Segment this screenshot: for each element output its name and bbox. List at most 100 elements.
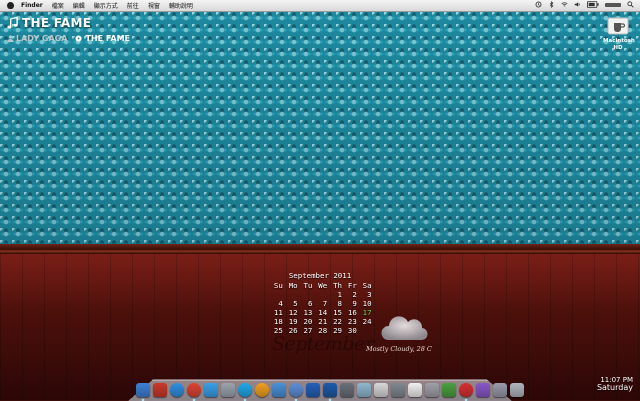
damask-wallpaper [0, 12, 640, 244]
cloud-icon [381, 316, 428, 341]
music-icon[interactable] [306, 383, 320, 397]
music-note-icon [7, 17, 18, 29]
macintosh-hd-desktop-icon[interactable]: Macintosh HD [603, 16, 635, 52]
weather-text: Mostly Cloudy, 28 C [366, 345, 432, 353]
calendar-day: 6 [307, 299, 313, 308]
now-playing-title-row: THE FAME [7, 16, 130, 30]
utorrent-icon[interactable] [442, 383, 456, 397]
calendar-day: 2 [352, 290, 357, 299]
calendar-day: 4 [278, 299, 283, 308]
skype-icon[interactable] [238, 383, 252, 401]
calendar-week-row: 4 5 6 7 8 9 10 [268, 299, 372, 308]
vlc-icon[interactable] [374, 383, 388, 397]
calendar-day: 15 [333, 308, 342, 317]
wood-molding [0, 244, 640, 254]
now-playing-widget: THE FAME LADY GAGA THE FAME [7, 16, 130, 43]
now-playing-title: THE FAME [22, 16, 92, 30]
calendar-day: 23 [347, 317, 357, 326]
quicktime-icon[interactable] [272, 383, 286, 397]
calendar-day: 13 [303, 308, 313, 317]
mail-icon[interactable] [221, 383, 235, 397]
weekday-label: Tu [303, 281, 313, 290]
hard-drive-icon[interactable] [607, 16, 629, 36]
weekday-label: Th [333, 281, 342, 290]
safari-icon[interactable] [170, 383, 184, 397]
calendar-day: 5 [293, 299, 298, 308]
calendar-day: 21 [318, 317, 328, 326]
bluetooth-icon[interactable] [548, 1, 555, 10]
now-playing-artist: LADY GAGA [16, 34, 68, 43]
apple-menu-icon[interactable] [7, 2, 14, 9]
adium-icon[interactable] [255, 383, 269, 397]
menu-edit[interactable]: 編輯 [73, 1, 85, 10]
menu-go[interactable]: 前往 [127, 1, 139, 10]
month-script-text: September [272, 333, 374, 355]
menu-app-finder[interactable]: Finder [21, 2, 43, 9]
iphoto-icon[interactable] [340, 383, 354, 397]
battery-icon[interactable] [587, 1, 599, 10]
calendar-day: 19 [288, 317, 298, 326]
calendar-day: 7 [322, 299, 328, 308]
weekday-label: Mo [288, 281, 298, 290]
calendar-day: 3 [367, 290, 372, 299]
calendar-day: 20 [303, 317, 313, 326]
hd-label-line2: HD [613, 45, 623, 51]
weekday-label: Sa [362, 281, 372, 290]
person-icon [7, 35, 14, 42]
calendar-day: 9 [352, 299, 357, 308]
calendar-day: 18 [273, 317, 283, 326]
calendar-weekday-row: Su Mo Tu We Th Fr Sa [268, 281, 372, 290]
menu-window[interactable]: 視窗 [148, 1, 160, 10]
finder-icon[interactable] [136, 383, 150, 401]
calendar-week-row: 18 19 20 21 22 23 24 [268, 317, 372, 326]
hd-label-line1: Macintosh [603, 38, 635, 44]
preview-icon[interactable] [357, 383, 371, 397]
calendar-day: 22 [333, 317, 342, 326]
calendar-day [268, 290, 283, 299]
calendar-day: 8 [337, 299, 342, 308]
clock-day: Saturday [596, 383, 633, 392]
volume-icon[interactable] [574, 1, 581, 10]
activity-icon[interactable] [153, 383, 167, 397]
calendar-day [298, 290, 313, 299]
chrome-icon[interactable] [187, 383, 201, 401]
weekday-label: We [318, 281, 328, 290]
calendar-header: September 2011 [288, 271, 352, 280]
calendar-day: 24 [362, 317, 372, 326]
calendar-week-row: 11 12 13 14 15 16 17 [268, 308, 372, 317]
wifi-icon[interactable] [561, 1, 568, 10]
menu-file[interactable]: 檔案 [52, 1, 64, 10]
menu-clock-icon[interactable] [605, 2, 621, 10]
menu-bar: Finder 檔案 編輯 顯示方式 前往 視窗 輔助說明 [0, 0, 640, 12]
app-store-icon[interactable] [204, 383, 218, 397]
trash-icon[interactable] [510, 383, 524, 397]
desktop-clock: 11:07 PM Saturday [597, 376, 633, 392]
now-playing-subtitle: LADY GAGA THE FAME [7, 34, 130, 43]
dock [136, 377, 527, 401]
downloads-stack-icon[interactable] [476, 383, 490, 397]
calendar-widget: September 2011 Su Mo Tu We Th Fr Sa 1234… [268, 271, 372, 335]
menu-help[interactable]: 輔助說明 [169, 1, 193, 10]
calendar-day: 17 [362, 308, 372, 317]
textedit-icon[interactable] [408, 383, 422, 397]
menu-view[interactable]: 顯示方式 [94, 1, 118, 10]
calendar-day: 10 [362, 299, 372, 308]
calendar-day: 1 [337, 290, 342, 299]
calendar-week-row: 1 2 3 [268, 290, 372, 299]
utility-icon[interactable] [425, 383, 439, 397]
weekday-label: Su [273, 281, 283, 290]
calendar-day [283, 290, 298, 299]
menu-extras [529, 1, 640, 10]
weekday-label: Fr [347, 281, 357, 290]
time-machine-icon[interactable] [535, 1, 542, 10]
calendar-day [312, 290, 327, 299]
documents-stack-icon[interactable] [493, 383, 507, 397]
calendar-day: 11 [273, 308, 283, 317]
calendar-day: 12 [288, 308, 298, 317]
itunes-icon[interactable] [289, 383, 303, 401]
photoshop-icon[interactable] [323, 383, 337, 401]
disc-icon [75, 35, 83, 42]
system-prefs-icon[interactable] [391, 383, 405, 397]
spotlight-icon[interactable] [627, 1, 634, 10]
emoticon-icon[interactable] [459, 383, 473, 401]
